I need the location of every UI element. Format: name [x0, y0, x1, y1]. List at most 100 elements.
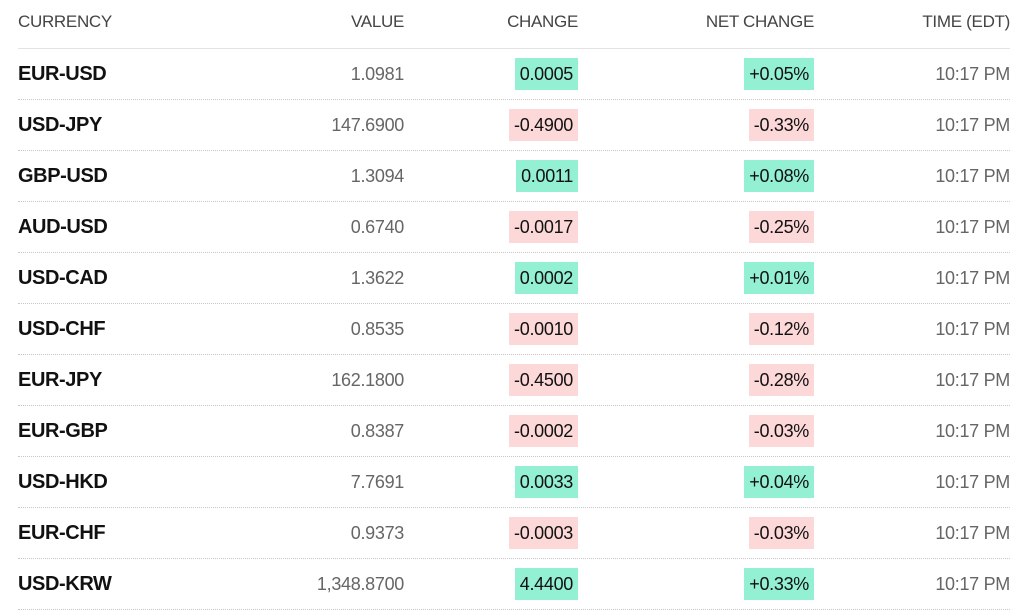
net-change-cell: -0.03%: [748, 406, 814, 456]
currency-pair-label[interactable]: EUR-GBP: [18, 420, 108, 442]
change-badge: -0.0003: [509, 516, 578, 549]
time-cell: 10:17 PM: [935, 508, 1010, 558]
currency-pair[interactable]: EUR-USD: [18, 49, 107, 99]
change-badge: -0.0002: [509, 414, 578, 447]
change-cell: 0.0005: [514, 49, 578, 99]
time-text: 10:17 PM: [935, 115, 1010, 135]
change-badge: -0.4500: [509, 363, 578, 396]
table-row[interactable]: EUR-USD 1.0981 0.0005 +0.05% 10:17 PM: [18, 49, 1010, 100]
change-cell: 0.0011: [516, 151, 578, 201]
net-change-cell: +0.04%: [744, 457, 814, 507]
time-cell: 10:17 PM: [935, 202, 1010, 252]
net-change-badge: -0.03%: [748, 414, 814, 447]
change-badge: 0.0005: [514, 57, 578, 90]
change-badge: -0.4900: [509, 108, 578, 141]
currency-pair-label[interactable]: GBP-USD: [18, 165, 108, 187]
currency-pair-label[interactable]: USD-KRW: [18, 573, 112, 595]
currency-pair-label[interactable]: USD-CAD: [18, 267, 108, 289]
table-row[interactable]: USD-HKD 7.7691 0.0033 +0.04% 10:17 PM: [18, 457, 1010, 508]
time-cell: 10:17 PM: [935, 457, 1010, 507]
value-text: 1.0981: [350, 64, 405, 84]
currency-pair[interactable]: USD-CAD: [18, 253, 108, 303]
value-cell: 7.7691: [351, 457, 405, 507]
change-cell: -0.0003: [509, 508, 578, 558]
currency-pair-label[interactable]: AUD-USD: [18, 216, 108, 238]
table-row[interactable]: USD-JPY 147.6900 -0.4900 -0.33% 10:17 PM: [18, 100, 1010, 151]
table-row[interactable]: EUR-GBP 0.8387 -0.0002 -0.03% 10:17 PM: [18, 406, 1010, 457]
currency-pair[interactable]: GBP-USD: [18, 151, 108, 201]
currency-table: CURRENCY VALUE CHANGE NET CHANGE TIME (E…: [18, 0, 1010, 610]
change-badge: 0.0002: [514, 261, 578, 294]
value-text: 1,348.8700: [316, 574, 404, 594]
time-cell: 10:17 PM: [935, 253, 1010, 303]
net-change-badge: -0.33%: [748, 108, 814, 141]
value-cell: 0.8535: [351, 304, 405, 354]
value-cell: 0.9373: [351, 508, 405, 558]
net-change-cell: +0.33%: [744, 559, 814, 609]
net-change-badge: +0.08%: [744, 159, 814, 192]
net-change-cell: +0.01%: [744, 253, 814, 303]
currency-pair-label[interactable]: EUR-JPY: [18, 369, 102, 391]
time-cell: 10:17 PM: [935, 100, 1010, 150]
net-change-cell: -0.12%: [748, 304, 814, 354]
time-cell: 10:17 PM: [935, 304, 1010, 354]
net-change-badge: -0.12%: [748, 312, 814, 345]
time-text: 10:17 PM: [935, 268, 1010, 288]
table-row[interactable]: USD-CHF 0.8535 -0.0010 -0.12% 10:17 PM: [18, 304, 1010, 355]
column-header-time[interactable]: TIME (EDT): [922, 0, 1010, 48]
value-text: 0.8387: [350, 421, 405, 441]
change-cell: -0.0010: [509, 304, 578, 354]
net-change-cell: +0.05%: [744, 49, 814, 99]
value-text: 0.6740: [350, 217, 405, 237]
value-text: 147.6900: [331, 115, 404, 135]
value-cell: 1.0981: [350, 49, 405, 99]
net-change-badge: +0.01%: [744, 261, 814, 294]
change-badge: -0.0017: [509, 210, 578, 243]
table-row[interactable]: EUR-JPY 162.1800 -0.4500 -0.28% 10:17 PM: [18, 355, 1010, 406]
change-cell: 0.0033: [514, 457, 578, 507]
value-cell: 162.1800: [331, 355, 404, 405]
column-header-value[interactable]: VALUE: [351, 0, 404, 48]
net-change-badge: -0.28%: [748, 363, 814, 396]
change-cell: 0.0002: [514, 253, 578, 303]
value-cell: 147.6900: [331, 100, 404, 150]
table-row[interactable]: EUR-CHF 0.9373 -0.0003 -0.03% 10:17 PM: [18, 508, 1010, 559]
time-text: 10:17 PM: [935, 421, 1010, 441]
time-cell: 10:17 PM: [935, 559, 1010, 609]
time-text: 10:17 PM: [935, 574, 1010, 594]
time-text: 10:17 PM: [935, 166, 1010, 186]
change-badge: 0.0011: [516, 159, 578, 192]
currency-pair[interactable]: USD-JPY: [18, 100, 102, 150]
currency-pair[interactable]: USD-HKD: [18, 457, 108, 507]
time-text: 10:17 PM: [935, 472, 1010, 492]
currency-pair-label[interactable]: USD-HKD: [18, 471, 108, 493]
change-cell: -0.4500: [509, 355, 578, 405]
column-header-currency[interactable]: CURRENCY: [18, 0, 112, 48]
change-cell: 4.4400: [514, 559, 578, 609]
currency-pair-label[interactable]: EUR-CHF: [18, 522, 106, 544]
value-cell: 1.3622: [351, 253, 405, 303]
table-row[interactable]: GBP-USD 1.3094 0.0011 +0.08% 10:17 PM: [18, 151, 1010, 202]
time-text: 10:17 PM: [935, 319, 1010, 339]
time-cell: 10:17 PM: [935, 151, 1010, 201]
currency-pair-label[interactable]: USD-JPY: [18, 114, 102, 136]
time-cell: 10:17 PM: [935, 406, 1010, 456]
column-header-change[interactable]: CHANGE: [507, 0, 578, 48]
currency-pair[interactable]: EUR-CHF: [18, 508, 106, 558]
currency-pair-label[interactable]: USD-CHF: [18, 318, 106, 340]
currency-pair-label[interactable]: EUR-USD: [18, 63, 107, 85]
time-cell: 10:17 PM: [935, 49, 1010, 99]
table-row[interactable]: USD-KRW 1,348.8700 4.4400 +0.33% 10:17 P…: [18, 559, 1010, 610]
currency-pair[interactable]: USD-CHF: [18, 304, 106, 354]
currency-pair[interactable]: AUD-USD: [18, 202, 108, 252]
time-text: 10:17 PM: [935, 523, 1010, 543]
currency-pair[interactable]: EUR-JPY: [18, 355, 102, 405]
column-header-net-change[interactable]: NET CHANGE: [706, 0, 814, 48]
currency-pair[interactable]: EUR-GBP: [18, 406, 108, 456]
net-change-badge: -0.03%: [748, 516, 814, 549]
table-row[interactable]: USD-CAD 1.3622 0.0002 +0.01% 10:17 PM: [18, 253, 1010, 304]
net-change-badge: -0.25%: [748, 210, 814, 243]
table-row[interactable]: AUD-USD 0.6740 -0.0017 -0.25% 10:17 PM: [18, 202, 1010, 253]
net-change-cell: +0.08%: [744, 151, 814, 201]
currency-pair[interactable]: USD-KRW: [18, 559, 112, 609]
